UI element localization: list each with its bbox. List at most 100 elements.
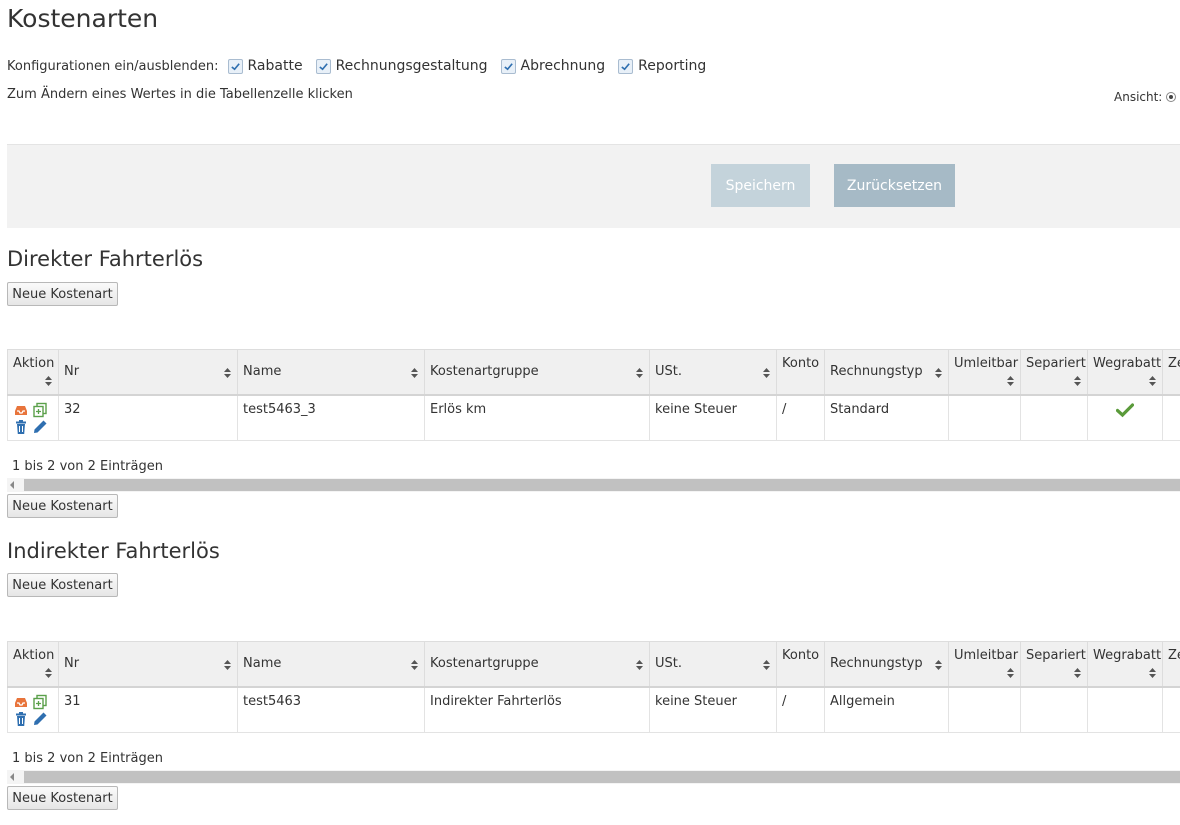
- sort-icon[interactable]: [224, 660, 231, 670]
- sort-icon[interactable]: [224, 368, 231, 378]
- column-header-kostenartgruppe[interactable]: Kostenartgruppe: [424, 349, 650, 396]
- sort-icon[interactable]: [636, 660, 643, 670]
- config-checkbox-rabatte[interactable]: Rabatte: [227, 58, 303, 74]
- new-kostenart-button-bottom[interactable]: Neue Kostenart: [7, 494, 118, 518]
- cell-separiert[interactable]: [1020, 686, 1088, 733]
- save-button[interactable]: Speichern: [711, 164, 810, 207]
- column-header-konto[interactable]: Konto: [776, 349, 825, 396]
- scroll-left-icon[interactable]: [10, 773, 14, 781]
- column-header-konto[interactable]: Konto: [776, 641, 825, 688]
- reset-button[interactable]: Zurücksetzen: [834, 164, 955, 207]
- config-checkbox-abrechnung[interactable]: Abrechnung: [500, 58, 606, 74]
- table-header-row: Aktion Nr Name Kostenartgruppe USt. Kont…: [7, 641, 1180, 688]
- cell-separiert[interactable]: [1020, 394, 1088, 441]
- copy-icon[interactable]: [32, 694, 48, 710]
- column-header-nr[interactable]: Nr: [58, 349, 238, 396]
- column-header-rechnungstyp[interactable]: Rechnungstyp: [824, 641, 949, 688]
- column-label: Wegrabatt: [1093, 648, 1162, 663]
- column-header-kostenartgruppe[interactable]: Kostenartgruppe: [424, 641, 650, 688]
- sort-icon[interactable]: [1074, 667, 1081, 678]
- inbox-icon[interactable]: [13, 694, 29, 710]
- sort-icon[interactable]: [935, 660, 942, 670]
- cell-name[interactable]: test5463_3: [237, 394, 425, 441]
- scrollbar-thumb[interactable]: [24, 479, 1180, 491]
- column-header-wegrabatt[interactable]: Wegrabatt: [1087, 641, 1163, 688]
- sort-icon[interactable]: [1074, 375, 1081, 386]
- config-checkbox-rechnungsgestaltung[interactable]: Rechnungsgestaltung: [315, 58, 488, 74]
- column-header-truncated[interactable]: Ze: [1162, 641, 1180, 688]
- new-kostenart-button[interactable]: Neue Kostenart: [7, 573, 118, 597]
- sort-icon[interactable]: [411, 368, 418, 378]
- column-header-aktion[interactable]: Aktion: [7, 641, 59, 688]
- cell-konto[interactable]: /: [776, 686, 825, 733]
- column-header-nr[interactable]: Nr: [58, 641, 238, 688]
- edit-pencil-icon[interactable]: [32, 711, 48, 727]
- cell-nr[interactable]: 31: [58, 686, 238, 733]
- config-option-label: Rabatte: [247, 58, 303, 74]
- config-option-label: Abrechnung: [520, 58, 606, 74]
- column-header-rechnungstyp[interactable]: Rechnungstyp: [824, 349, 949, 396]
- table-header-row: Aktion Nr Name Kostenartgruppe USt. Kont…: [7, 349, 1180, 396]
- cell-konto[interactable]: /: [776, 394, 825, 441]
- cell-name[interactable]: test5463: [237, 686, 425, 733]
- column-header-name[interactable]: Name: [237, 349, 425, 396]
- cell-umleitbar[interactable]: [948, 686, 1021, 733]
- cell-rechnungstyp[interactable]: Standard: [824, 394, 949, 441]
- checkbox-checked-icon[interactable]: [500, 58, 516, 74]
- sort-icon[interactable]: [45, 375, 52, 386]
- sort-icon[interactable]: [45, 667, 52, 678]
- column-header-umleitbar[interactable]: Umleitbar: [948, 349, 1021, 396]
- cell-kostenartgruppe[interactable]: Indirekter Fahrterlös: [424, 686, 650, 733]
- checkbox-checked-icon[interactable]: [315, 58, 331, 74]
- cell-kostenartgruppe[interactable]: Erlös km: [424, 394, 650, 441]
- column-header-ust[interactable]: USt.: [649, 641, 777, 688]
- scrollbar-thumb[interactable]: [24, 771, 1180, 783]
- edit-pencil-icon[interactable]: [32, 419, 48, 435]
- cell-umleitbar[interactable]: [948, 394, 1021, 441]
- view-label: Ansicht:: [1114, 90, 1163, 104]
- table-row[interactable]: 32 test5463_3 Erlös km keine Steuer / St…: [7, 394, 1180, 441]
- column-header-umleitbar[interactable]: Umleitbar: [948, 641, 1021, 688]
- sort-icon[interactable]: [763, 660, 770, 670]
- horizontal-scrollbar[interactable]: [7, 478, 1180, 492]
- kostenarten-table-direkter: Aktion Nr Name Kostenartgruppe USt. Kont…: [7, 349, 1180, 441]
- cell-ust[interactable]: keine Steuer: [649, 394, 777, 441]
- sort-icon[interactable]: [1007, 667, 1014, 678]
- sort-icon[interactable]: [1149, 375, 1156, 386]
- kostenarten-table-indirekter: Aktion Nr Name Kostenartgruppe USt. Kont…: [7, 641, 1180, 733]
- trash-icon[interactable]: [13, 419, 29, 435]
- new-kostenart-button[interactable]: Neue Kostenart: [7, 282, 118, 306]
- horizontal-scrollbar[interactable]: [7, 770, 1180, 784]
- column-header-separiert[interactable]: Separiert: [1020, 641, 1088, 688]
- column-header-ust[interactable]: USt.: [649, 349, 777, 396]
- table-row[interactable]: 31 test5463 Indirekter Fahrterlös keine …: [7, 686, 1180, 733]
- cell-rechnungstyp[interactable]: Allgemein: [824, 686, 949, 733]
- column-header-aktion[interactable]: Aktion: [7, 349, 59, 396]
- trash-icon[interactable]: [13, 711, 29, 727]
- sort-icon[interactable]: [763, 368, 770, 378]
- column-header-name[interactable]: Name: [237, 641, 425, 688]
- cell-wegrabatt[interactable]: [1087, 394, 1163, 441]
- sort-icon[interactable]: [636, 368, 643, 378]
- cell-truncated[interactable]: [1162, 394, 1180, 441]
- copy-icon[interactable]: [32, 402, 48, 418]
- inbox-icon[interactable]: [13, 402, 29, 418]
- column-header-separiert[interactable]: Separiert: [1020, 349, 1088, 396]
- view-radio[interactable]: [1166, 92, 1177, 102]
- column-header-wegrabatt[interactable]: Wegrabatt: [1087, 349, 1163, 396]
- sort-icon[interactable]: [935, 368, 942, 378]
- new-kostenart-button-bottom[interactable]: Neue Kostenart: [7, 786, 118, 810]
- checkbox-checked-icon[interactable]: [227, 58, 243, 74]
- cell-wegrabatt[interactable]: [1087, 686, 1163, 733]
- cell-nr[interactable]: 32: [58, 394, 238, 441]
- checkbox-checked-icon[interactable]: [618, 58, 634, 74]
- column-header-truncated[interactable]: Ze: [1162, 349, 1180, 396]
- section-heading-direkter: Direkter Fahrterlös: [7, 247, 204, 271]
- config-checkbox-reporting[interactable]: Reporting: [618, 58, 706, 74]
- scroll-left-icon[interactable]: [10, 481, 14, 489]
- sort-icon[interactable]: [1007, 375, 1014, 386]
- sort-icon[interactable]: [1149, 667, 1156, 678]
- sort-icon[interactable]: [411, 660, 418, 670]
- cell-truncated[interactable]: [1162, 686, 1180, 733]
- cell-ust[interactable]: keine Steuer: [649, 686, 777, 733]
